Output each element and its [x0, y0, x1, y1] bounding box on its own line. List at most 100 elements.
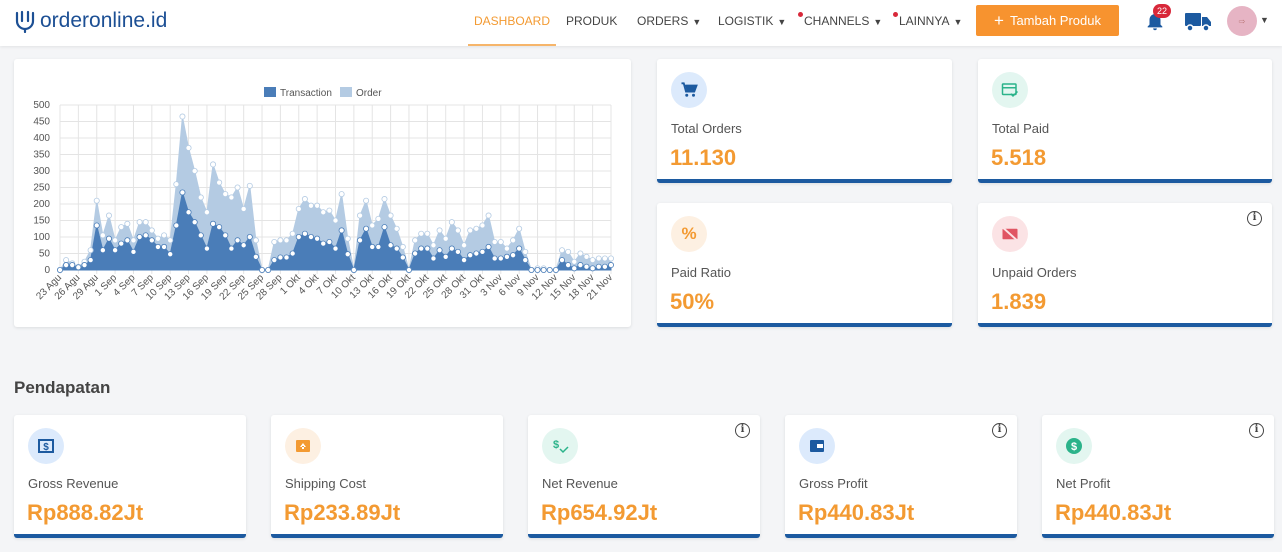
nav-produk[interactable]: PRODUK — [566, 14, 617, 28]
data-point-order — [369, 222, 376, 229]
y-tick-label: 200 — [33, 199, 50, 210]
data-point-transaction — [277, 254, 284, 261]
data-point-order — [191, 168, 198, 175]
truck-icon[interactable] — [1185, 10, 1212, 32]
data-point-order — [461, 242, 468, 249]
data-point-transaction — [491, 255, 498, 262]
data-point-transaction — [546, 266, 553, 273]
data-point-transaction — [510, 252, 517, 259]
data-point-transaction — [142, 232, 149, 239]
data-point-order — [301, 196, 308, 203]
stat-card-total-orders: Total Orders 11.130 — [657, 59, 952, 183]
data-point-transaction — [75, 264, 82, 271]
data-point-order — [344, 235, 351, 242]
data-point-transaction — [240, 242, 247, 249]
stat-value: 1.839 — [991, 289, 1047, 314]
revenue-value: Rp440.83Jt — [1055, 500, 1172, 525]
data-point-transaction — [454, 248, 461, 255]
data-point-transaction — [320, 240, 327, 247]
data-point-order — [277, 237, 284, 244]
svg-text:$: $ — [43, 442, 49, 453]
data-point-order — [185, 144, 192, 151]
data-point-order — [63, 257, 70, 264]
data-point-order — [565, 248, 572, 255]
info-icon[interactable]: i — [735, 423, 750, 438]
data-point-order — [577, 250, 584, 257]
box-up-icon — [285, 428, 321, 464]
data-point-order — [179, 113, 186, 120]
y-tick-label: 350 — [33, 150, 50, 161]
data-point-transaction — [301, 230, 308, 237]
data-point-transaction — [405, 266, 412, 273]
y-tick-label: 450 — [33, 117, 50, 128]
data-point-transaction — [252, 253, 259, 260]
data-point-order — [216, 179, 223, 186]
y-tick-label: 400 — [33, 133, 50, 144]
data-point-order — [252, 237, 259, 244]
data-point-order — [308, 202, 315, 209]
data-point-order — [124, 220, 131, 227]
revenue-value: Rp440.83Jt — [798, 500, 915, 525]
data-point-transaction — [393, 245, 400, 252]
logo[interactable]: orderonline.id — [14, 9, 167, 33]
nav-logistik[interactable]: LOGISTIK ▼ — [718, 14, 786, 28]
data-point-order — [601, 255, 608, 262]
caret-down-icon[interactable]: ▼ — [1260, 15, 1269, 25]
data-point-transaction — [197, 232, 204, 239]
data-point-transaction — [363, 225, 370, 232]
nav-logistik-label: LOGISTIK — [718, 14, 774, 28]
data-point-transaction — [105, 235, 112, 242]
plus-icon: + — [994, 10, 1004, 30]
data-point-transaction — [308, 233, 315, 240]
nav-lainnya[interactable]: LAINNYA ▼ — [893, 12, 962, 28]
data-point-order — [167, 237, 174, 244]
nav-orders[interactable]: ORDERS ▼ — [637, 14, 701, 28]
stat-label: Total Orders — [671, 121, 742, 136]
data-point-transaction — [375, 243, 382, 250]
data-point-transaction — [57, 266, 64, 273]
add-product-button[interactable]: + Tambah Produk — [976, 5, 1119, 36]
data-point-transaction — [583, 263, 590, 270]
data-point-transaction — [436, 247, 443, 254]
data-point-transaction — [356, 237, 363, 244]
info-icon[interactable]: i — [1247, 211, 1262, 226]
nav-lainnya-label: LAINNYA — [899, 14, 950, 28]
data-point-order — [375, 215, 382, 222]
data-point-order — [332, 217, 339, 224]
data-point-transaction — [289, 250, 296, 257]
legend-label: Transaction — [280, 88, 332, 99]
data-point-transaction — [148, 237, 155, 244]
legend-swatch — [340, 87, 352, 97]
data-point-transaction — [228, 245, 235, 252]
user-avatar[interactable]: ⇨ — [1227, 6, 1257, 36]
data-point-order — [210, 161, 217, 168]
data-point-order — [608, 255, 615, 262]
info-icon[interactable]: i — [992, 423, 1007, 438]
data-point-order — [436, 227, 443, 234]
data-point-transaction — [479, 248, 486, 255]
revenue-card-gross-profit: i Gross Profit Rp440.83Jt — [785, 415, 1017, 538]
revenue-label: Gross Profit — [799, 476, 868, 491]
data-point-transaction — [326, 238, 333, 245]
nav-dashboard[interactable]: DASHBOARD — [467, 14, 557, 46]
card-check-icon — [992, 72, 1028, 108]
data-point-transaction — [552, 266, 559, 273]
data-point-order — [381, 196, 388, 203]
data-point-transaction — [516, 245, 523, 252]
data-point-transaction — [399, 254, 406, 261]
data-point-transaction — [430, 255, 437, 262]
y-tick-label: 500 — [33, 100, 50, 111]
data-point-order — [240, 205, 247, 212]
data-point-transaction — [124, 237, 131, 244]
info-icon[interactable]: i — [1249, 423, 1264, 438]
wallet-icon — [799, 428, 835, 464]
data-point-transaction — [63, 262, 70, 269]
data-point-order — [320, 209, 327, 216]
data-point-transaction — [485, 243, 492, 250]
data-point-transaction — [571, 265, 578, 272]
nav-channels[interactable]: CHANNELS ▼ — [798, 12, 882, 28]
data-point-transaction — [344, 251, 351, 258]
data-point-transaction — [246, 233, 253, 240]
data-point-order — [467, 227, 474, 234]
stat-card-paid-ratio: % Paid Ratio 50% — [657, 203, 952, 327]
